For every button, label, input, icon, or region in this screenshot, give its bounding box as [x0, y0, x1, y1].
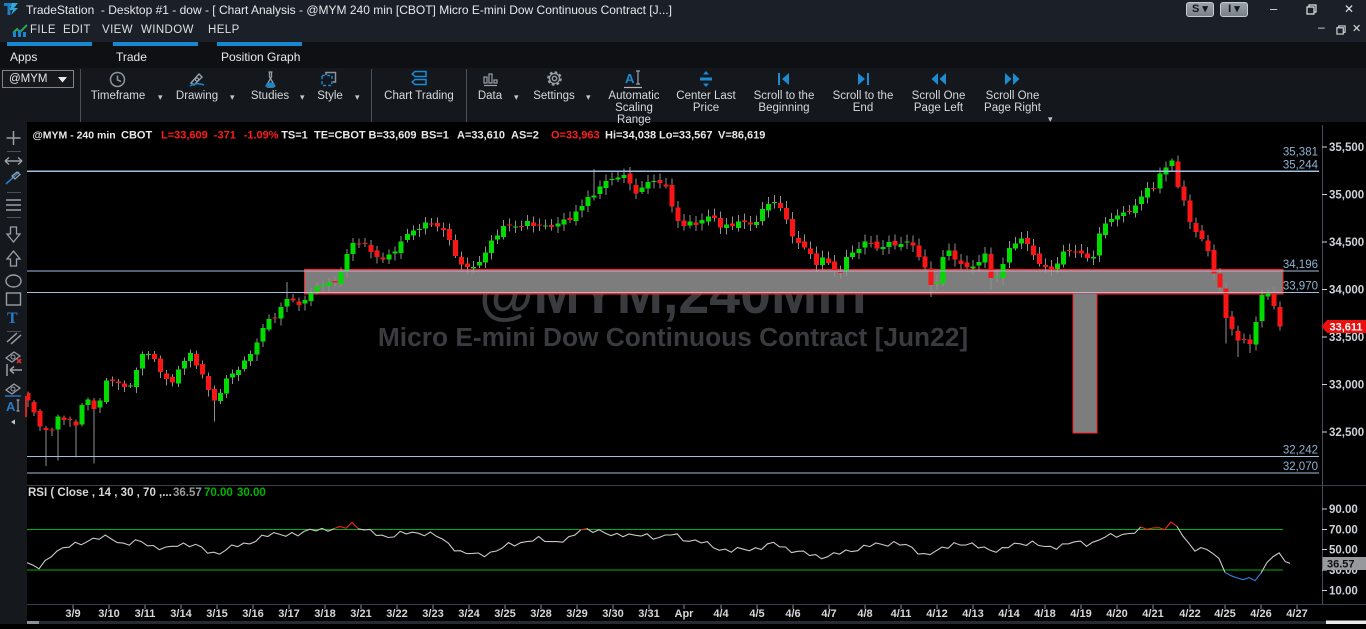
svg-text:3/16: 3/16 — [242, 608, 263, 620]
svg-text:4/18: 4/18 — [1034, 608, 1055, 620]
svg-text:L=33,609: L=33,609 — [161, 130, 208, 142]
svg-text:3/29: 3/29 — [566, 608, 587, 620]
svg-text:34,000: 34,000 — [1329, 285, 1364, 297]
svg-text:-1.09%: -1.09% — [244, 130, 279, 142]
svg-text:4/14: 4/14 — [998, 608, 1020, 620]
svg-text:3/15: 3/15 — [206, 608, 227, 620]
svg-text:4/26: 4/26 — [1250, 608, 1271, 620]
svg-text:Apr: Apr — [675, 608, 695, 620]
svg-text:4/21: 4/21 — [1142, 608, 1163, 620]
svg-text:RSI ( Close , 14 , 30 , 70 ,..: RSI ( Close , 14 , 30 , 70 ,... — [28, 487, 172, 499]
svg-text:32,242: 32,242 — [1283, 445, 1318, 457]
svg-text:Lo=33,567: Lo=33,567 — [659, 130, 713, 142]
svg-text:3/25: 3/25 — [494, 608, 515, 620]
svg-text:3/24: 3/24 — [458, 608, 480, 620]
svg-text:33,611: 33,611 — [1330, 322, 1363, 334]
svg-text:Hi=34,038: Hi=34,038 — [605, 130, 656, 142]
svg-text:-371: -371 — [214, 130, 236, 142]
svg-text:A=33,610: A=33,610 — [457, 130, 505, 142]
svg-text:35,244: 35,244 — [1283, 159, 1319, 171]
svg-text:36.57: 36.57 — [173, 487, 202, 499]
svg-text:TS=1: TS=1 — [281, 130, 308, 142]
svg-text:90.00: 90.00 — [1329, 504, 1358, 516]
svg-text:70.00: 70.00 — [204, 487, 233, 499]
svg-text:32,070: 32,070 — [1283, 461, 1318, 473]
svg-text:3/22: 3/22 — [386, 608, 407, 620]
svg-text:70.00: 70.00 — [1329, 524, 1358, 536]
svg-text:4/7: 4/7 — [821, 608, 836, 620]
svg-text:34,500: 34,500 — [1329, 237, 1364, 249]
svg-text:33,500: 33,500 — [1329, 332, 1364, 344]
svg-text:@MYM - 240 min: @MYM - 240 min — [33, 130, 116, 142]
svg-text:33,970: 33,970 — [1283, 280, 1318, 292]
svg-text:A: A — [625, 71, 635, 86]
svg-text:3/18: 3/18 — [314, 608, 335, 620]
svg-text:B=33,609: B=33,609 — [369, 130, 417, 142]
svg-text:4/12: 4/12 — [926, 608, 947, 620]
svg-text:A: A — [6, 399, 16, 414]
svg-text:4/11: 4/11 — [891, 608, 912, 620]
svg-text:4/25: 4/25 — [1214, 608, 1235, 620]
svg-text:3/21: 3/21 — [350, 608, 371, 620]
svg-text:4/20: 4/20 — [1106, 608, 1127, 620]
svg-text:4/22: 4/22 — [1179, 608, 1200, 620]
svg-text:50.00: 50.00 — [1329, 545, 1358, 557]
svg-text:4/5: 4/5 — [749, 608, 764, 620]
svg-text:33,000: 33,000 — [1329, 380, 1364, 392]
svg-text:3/28: 3/28 — [530, 608, 551, 620]
svg-text:35,381: 35,381 — [1283, 146, 1318, 158]
svg-text:3/14: 3/14 — [170, 608, 192, 620]
svg-text:10.00: 10.00 — [1329, 585, 1358, 597]
svg-text:30.00: 30.00 — [237, 487, 266, 499]
svg-text:3/30: 3/30 — [602, 608, 623, 620]
svg-text:3/10: 3/10 — [98, 608, 119, 620]
svg-text:4/19: 4/19 — [1070, 608, 1091, 620]
svg-text:4/27: 4/27 — [1286, 608, 1307, 620]
svg-text:4/13: 4/13 — [962, 608, 983, 620]
svg-text:4/6: 4/6 — [785, 608, 800, 620]
svg-text:35,500: 35,500 — [1329, 142, 1364, 154]
svg-text:AS=2: AS=2 — [511, 130, 539, 142]
svg-text:Micro E-mini Dow Continuous Co: Micro E-mini Dow Continuous Contract [Ju… — [378, 322, 968, 352]
svg-text:BS=1: BS=1 — [421, 130, 449, 142]
svg-text:3/31: 3/31 — [638, 608, 659, 620]
svg-text:3/9: 3/9 — [65, 608, 80, 620]
svg-text:4/4: 4/4 — [713, 608, 729, 620]
svg-text:32,500: 32,500 — [1329, 427, 1364, 439]
svg-text:3/11: 3/11 — [135, 608, 156, 620]
svg-text:36.57: 36.57 — [1327, 558, 1355, 570]
svg-text:35,000: 35,000 — [1329, 190, 1364, 202]
svg-text:TE=CBOT: TE=CBOT — [314, 130, 366, 142]
svg-text:34,196: 34,196 — [1283, 259, 1318, 271]
svg-text:V=86,619: V=86,619 — [718, 130, 765, 142]
svg-text:O=33,963: O=33,963 — [551, 130, 600, 142]
svg-text:CBOT: CBOT — [121, 130, 152, 142]
svg-text:3/17: 3/17 — [278, 608, 299, 620]
svg-text:T: T — [7, 310, 18, 327]
svg-text:4/8: 4/8 — [857, 608, 872, 620]
svg-text:3/23: 3/23 — [422, 608, 443, 620]
